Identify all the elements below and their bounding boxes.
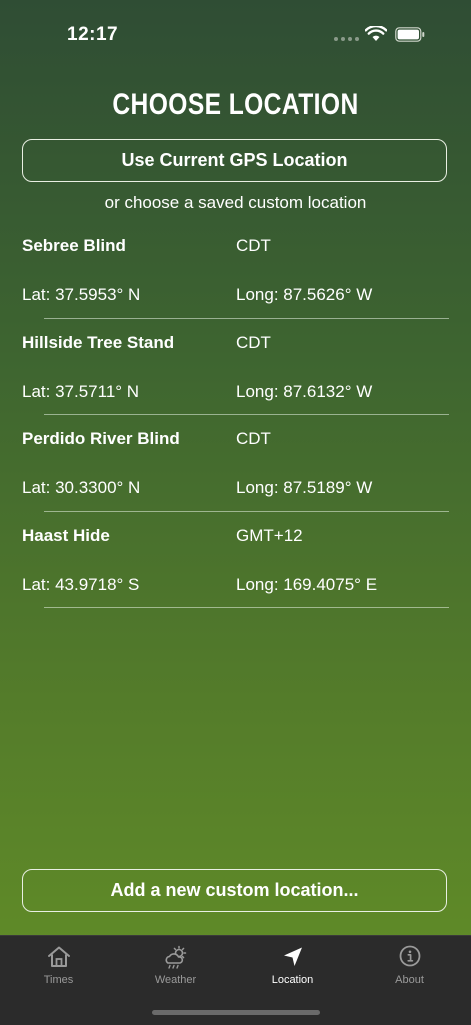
location-latitude: Lat: 43.9718° S xyxy=(22,574,140,594)
location-row-haast-hide[interactable]: Haast Hide GMT+12 Lat: 43.9718° S Long: … xyxy=(0,512,471,608)
tab-label: Location xyxy=(271,974,314,986)
partly-cloudy-icon xyxy=(165,945,187,969)
location-timezone: CDT xyxy=(236,236,271,255)
location-name: Haast Hide xyxy=(22,525,110,545)
location-name: Sebree Blind xyxy=(22,236,126,255)
tab-about[interactable]: About xyxy=(351,936,468,996)
location-latitude: Lat: 37.5953° N xyxy=(22,285,141,304)
tab-times[interactable]: Times xyxy=(0,936,117,996)
location-arrow-icon xyxy=(284,947,302,966)
tab-label: Times xyxy=(43,974,74,986)
location-name: Perdido River Blind xyxy=(22,429,180,448)
location-longitude: Long: 87.6132° W xyxy=(236,381,373,401)
row-divider xyxy=(44,607,449,608)
tab-weather[interactable]: Weather xyxy=(117,936,234,996)
location-row-hillside-tree-stand[interactable]: Hillside Tree Stand CDT Lat: 37.5711° N … xyxy=(0,319,471,415)
location-name: Hillside Tree Stand xyxy=(22,332,175,352)
location-row-perdido-river-blind[interactable]: Perdido River Blind CDT Lat: 30.3300° N … xyxy=(0,415,471,512)
saved-locations-subtitle: or choose a saved custom location xyxy=(104,193,367,212)
use-gps-location-button[interactable]: Use Current GPS Location xyxy=(22,139,447,182)
house-icon xyxy=(48,946,70,967)
tab-label: Weather xyxy=(154,974,197,986)
location-latitude: Lat: 30.3300° N xyxy=(22,478,141,497)
signal-dots-icon xyxy=(334,37,359,41)
location-latitude: Lat: 37.5711° N xyxy=(22,381,140,401)
location-timezone: GMT+12 xyxy=(236,525,303,545)
location-timezone: CDT xyxy=(236,429,271,448)
add-custom-location-button[interactable]: Add a new custom location... xyxy=(22,869,447,912)
tab-label: About xyxy=(395,974,424,986)
page-title: CHOOSE LOCATION xyxy=(112,88,359,121)
battery-icon xyxy=(395,27,425,42)
status-time: 12:17 xyxy=(67,24,119,45)
status-bar: 12:17 xyxy=(0,0,471,70)
wifi-icon xyxy=(365,26,387,41)
location-longitude: Long: 87.5626° W xyxy=(236,285,373,304)
home-indicator[interactable] xyxy=(152,1010,320,1015)
location-longitude: Long: 87.5189° W xyxy=(236,478,373,497)
saved-locations-list: Sebree Blind CDT Lat: 37.5953° N Long: 8… xyxy=(0,222,471,608)
tab-location[interactable]: Location xyxy=(234,936,351,996)
location-timezone: CDT xyxy=(236,332,271,352)
info-icon xyxy=(399,945,421,967)
location-row-sebree-blind[interactable]: Sebree Blind CDT Lat: 37.5953° N Long: 8… xyxy=(0,222,471,319)
location-longitude: Long: 169.4075° E xyxy=(236,574,378,594)
